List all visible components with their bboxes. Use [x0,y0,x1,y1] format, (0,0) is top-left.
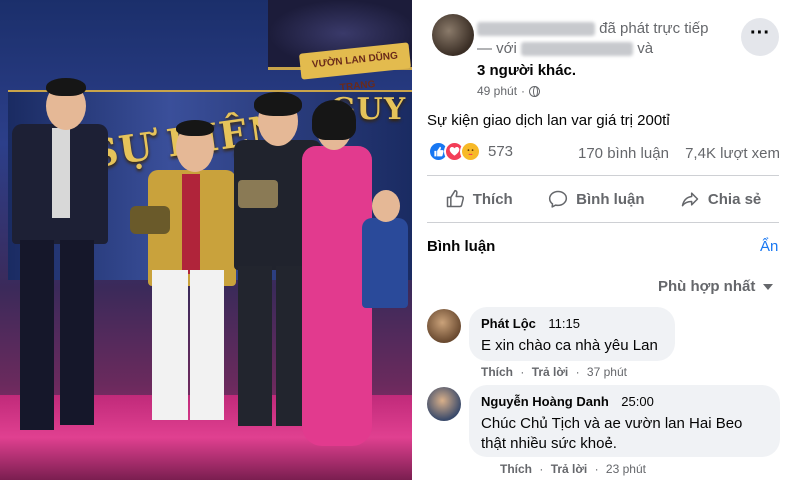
comment-actions: Thích · Trả lời · 37 phút [481,365,627,379]
divider-top [427,175,779,176]
reaction-summary[interactable]: 573 [428,141,513,162]
comment-icon [549,190,568,208]
comment-avatar[interactable] [427,309,461,343]
comment-reply-link[interactable]: Trả lời [551,462,588,476]
share-button-label: Chia sẻ [707,190,762,208]
comment-bubble: Phát Lộc 11:15 E xin chào ca nhà yêu Lan [469,307,675,361]
live-video[interactable]: VƯỜN LAN DŨNG TRANG SỰ KIỆN GUY [0,0,412,480]
comment-bubble: Nguyễn Hoàng Danh 25:00 Chúc Chủ Tịch và… [469,385,780,457]
post-time-text[interactable]: 49 phút [477,84,517,98]
comment-button[interactable]: Bình luận [548,189,644,209]
share-icon [681,192,699,207]
comment-sort-dropdown[interactable]: Phù hợp nhất [658,278,774,295]
globe-icon [529,85,541,97]
comment-age: 23 phút [605,462,646,476]
post-header-line2: — với và [477,40,653,57]
thumbs-up-icon [446,189,464,208]
sort-label: Phù hợp nhất [658,278,756,295]
reaction-count: 573 [488,143,514,160]
comment-avatar[interactable] [427,387,461,421]
post-header-line1: đã phát trực tiếp [477,20,708,37]
poster-name-blurred[interactable] [477,22,595,37]
post-actions: Thích Bình luận Chia sẻ [427,183,779,215]
comment-timestamp: 25:00 [621,394,654,409]
comment-text: Chúc Chủ Tịch và ae vườn lan Hai Beo thậ… [481,415,743,452]
comment-age: 37 phút [586,365,627,379]
care-icon [460,141,481,162]
orchid-trophy [238,180,278,208]
hide-comments-link[interactable]: Ẩn [760,238,778,255]
view-count: 7,4K lượt xem [685,145,781,162]
post-stats: 170 bình luận 7,4K lượt xem [578,145,780,162]
comment-author[interactable]: Nguyễn Hoàng Danh [481,394,609,409]
comment-button-label: Bình luận [576,190,645,208]
more-options-button[interactable]: ··· [741,18,779,56]
post-action-text: đã phát trực tiếp [599,20,709,37]
comment-count[interactable]: 170 bình luận [578,145,669,162]
panel-divider [412,0,422,480]
and-text: và [637,40,654,57]
poster-avatar[interactable] [432,14,474,56]
post-time: 49 phút · [477,84,541,98]
comment-like-link[interactable]: Thích [500,462,532,476]
chevron-down-icon [763,283,774,290]
comment-actions: Thích · Trả lời · 23 phút [500,462,646,476]
orchid-plant [130,206,170,234]
like-button-label: Thích [472,190,513,208]
others-link[interactable]: 3 người khác. [477,62,576,79]
share-button[interactable]: Chia sẻ [680,189,761,209]
post-caption: Sự kiện giao dịch lan var giá trị 200tỉ [427,112,670,129]
comments-header: Bình luận [427,238,496,255]
comment-like-link[interactable]: Thích [481,365,513,379]
like-button[interactable]: Thích [445,189,513,209]
comment-timestamp: 11:15 [548,316,580,331]
divider-bottom [427,222,779,223]
tagged-name-blurred[interactable] [521,42,634,57]
with-prefix: — với [477,40,517,57]
comment-reply-link[interactable]: Trả lời [532,365,569,379]
comment-text: E xin chào ca nhà yêu Lan [481,337,658,354]
comment-author[interactable]: Phát Lộc [481,316,536,331]
